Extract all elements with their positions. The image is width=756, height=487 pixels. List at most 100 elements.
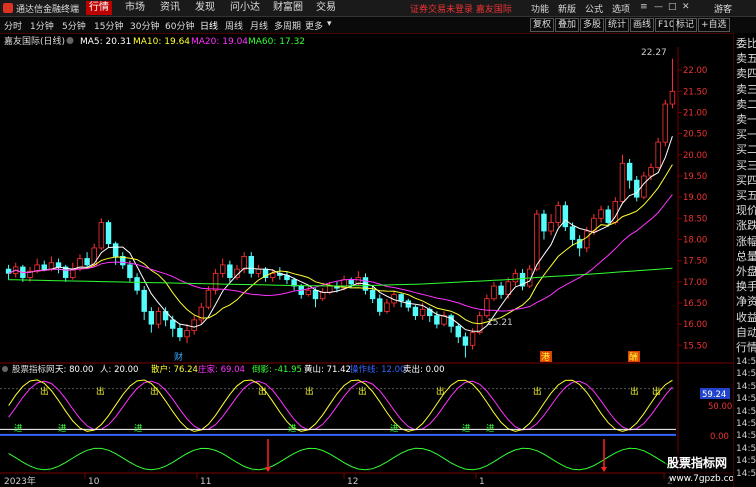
side-panel-item[interactable]: 卖三	[736, 81, 756, 97]
app-logo-icon	[3, 3, 13, 13]
buy-signal: 进	[288, 424, 297, 434]
side-panel-item[interactable]: 卖二	[736, 96, 756, 112]
mark-chou[interactable]: 酬	[629, 352, 638, 363]
period-1min[interactable]: 1分钟	[30, 19, 54, 32]
candle-body	[155, 311, 162, 325]
menu-gongshi[interactable]: 公式	[585, 2, 603, 15]
menu-youke[interactable]: 游客	[714, 2, 732, 15]
app-title: 通达信金融终端	[16, 5, 80, 15]
price-tick-label: 22.00	[683, 66, 707, 76]
tab-caifuquan[interactable]: 财富圈	[270, 1, 306, 15]
tool-tongji[interactable]: 统计	[605, 18, 630, 32]
kline-chart[interactable]: 嘉友国际(日线) MA5: 20.31 MA10: 19.64 MA20: 19…	[0, 33, 733, 487]
side-panel-item[interactable]: 自动	[736, 324, 756, 340]
side-panel-item[interactable]: 卖四	[736, 65, 756, 81]
date-label-2023: 2023年	[4, 475, 36, 487]
sub-item-maichu: 卖出: 0.00	[403, 364, 445, 375]
side-panel-item[interactable]: 买三	[736, 157, 756, 173]
side-panel-item[interactable]: 卖一	[736, 111, 756, 127]
tool-biaoji[interactable]: 标记	[673, 18, 698, 32]
sub-item-zhuangjia: 庄家: 69.04	[198, 364, 245, 375]
candle-body	[105, 222, 112, 245]
window-close-icon[interactable]: ✕	[682, 2, 690, 12]
side-panel-item[interactable]: 现价	[736, 202, 756, 218]
side-panel-item[interactable]: 卖五	[736, 50, 756, 66]
quote-side-panel: 委比 卖五 卖四 卖三 卖二 卖一 买一 买二 买三 买四 买五 现价 涨跌 涨幅 总量 外盘 换手 净资 收益 自动…	[733, 33, 756, 487]
ma20-line	[8, 194, 673, 312]
menu-xinban[interactable]: 新版	[558, 2, 576, 15]
tab-shichang[interactable]: 市场	[122, 1, 148, 15]
side-panel-item[interactable]: 买四	[736, 172, 756, 188]
promo-link[interactable]: 证券交易未登录 嘉友国际	[410, 2, 512, 15]
sub-item-tian: 天: 80.00	[55, 365, 93, 375]
menu-gongneng[interactable]: 功能	[531, 2, 549, 15]
watermark-url: www.7gpzb.com	[669, 474, 733, 484]
period-fenshi[interactable]: 分时	[4, 19, 22, 32]
candle-body	[498, 285, 504, 295]
candle-body	[377, 298, 383, 312]
tool-fuquan[interactable]: 复权	[530, 18, 555, 32]
sub-settings-dot-icon[interactable]	[2, 366, 8, 372]
side-panel-item[interactable]: 涨跌	[736, 217, 756, 233]
side-panel-item[interactable]: 委比	[736, 35, 756, 51]
window-minimize-icon[interactable]: —	[654, 2, 663, 12]
sell-signal: 出	[40, 386, 49, 397]
period-multi[interactable]: 多周期	[274, 19, 301, 32]
window-menu-icon[interactable]: ≡	[640, 2, 648, 12]
period-5min[interactable]: 5分钟	[62, 19, 86, 32]
sub-level-0: 0.00	[710, 432, 729, 442]
side-panel-item[interactable]: 收益	[736, 309, 756, 325]
tab-hangqing[interactable]: 行情	[86, 1, 112, 15]
side-panel-time: 14:50	[736, 394, 756, 405]
side-panel-item[interactable]: 外盘	[736, 263, 756, 279]
tab-wenxiaoda[interactable]: 问小达	[227, 1, 263, 15]
side-panel-item[interactable]: 总量	[736, 248, 756, 264]
mark-cai[interactable]: 财	[174, 351, 183, 363]
candle-body	[569, 226, 576, 240]
sanhu-line	[8, 379, 673, 432]
period-60min[interactable]: 60分钟	[165, 19, 194, 32]
menu-xuanxiang[interactable]: 选项	[612, 2, 630, 15]
window-maximize-icon[interactable]: □	[668, 2, 677, 12]
side-panel-item[interactable]: 换手	[736, 278, 756, 294]
candle-body	[319, 291, 326, 300]
settings-dot-icon[interactable]	[66, 37, 74, 44]
period-more-chevron-icon[interactable]: ▾	[327, 19, 332, 29]
price-tick-label: 20.00	[683, 151, 707, 161]
ma60-line	[8, 267, 673, 287]
period-daily[interactable]: 日线	[200, 19, 218, 32]
candle-body	[469, 332, 476, 346]
price-tick-label: 20.50	[683, 130, 707, 140]
side-panel-time: 14:50	[736, 431, 756, 442]
tool-diejia[interactable]: 叠加	[555, 18, 580, 32]
side-panel-time: 14:50	[736, 369, 756, 380]
buy-signal: 进	[134, 424, 143, 434]
tool-duogu[interactable]: 多股	[580, 18, 605, 32]
tab-zixun[interactable]: 资讯	[157, 1, 183, 15]
sell-signal: 出	[258, 386, 267, 397]
buy-signal: 进	[486, 424, 495, 434]
side-panel-item[interactable]: 涨幅	[736, 233, 756, 249]
price-tick-label: 21.50	[683, 87, 707, 97]
low-annotation: 15.21	[487, 318, 513, 328]
mark-gang[interactable]: 港	[541, 351, 550, 363]
side-panel-item[interactable]: 行情	[736, 339, 756, 355]
period-monthly[interactable]: 月线	[250, 19, 268, 32]
price-tick-label: 16.00	[683, 320, 707, 330]
buy-signal: 进	[14, 424, 23, 434]
tool-huaxian[interactable]: 画线	[630, 18, 655, 32]
period-15min[interactable]: 15分钟	[94, 19, 123, 32]
tab-jiaoyi[interactable]: 交易	[313, 1, 339, 15]
candle-body	[648, 167, 654, 177]
candle-body	[555, 205, 561, 223]
side-panel-item[interactable]: 买二	[736, 141, 756, 157]
side-panel-item[interactable]: 买一	[736, 126, 756, 142]
tab-faxian[interactable]: 发现	[192, 1, 218, 15]
period-more[interactable]: 更多	[305, 19, 323, 32]
sell-signal: 出	[630, 386, 639, 397]
side-panel-item[interactable]: 买五	[736, 187, 756, 203]
period-weekly[interactable]: 周线	[225, 19, 243, 32]
period-30min[interactable]: 30分钟	[130, 19, 159, 32]
side-panel-item[interactable]: 净资	[736, 293, 756, 309]
tool-zixuan[interactable]: +自选	[698, 18, 730, 32]
